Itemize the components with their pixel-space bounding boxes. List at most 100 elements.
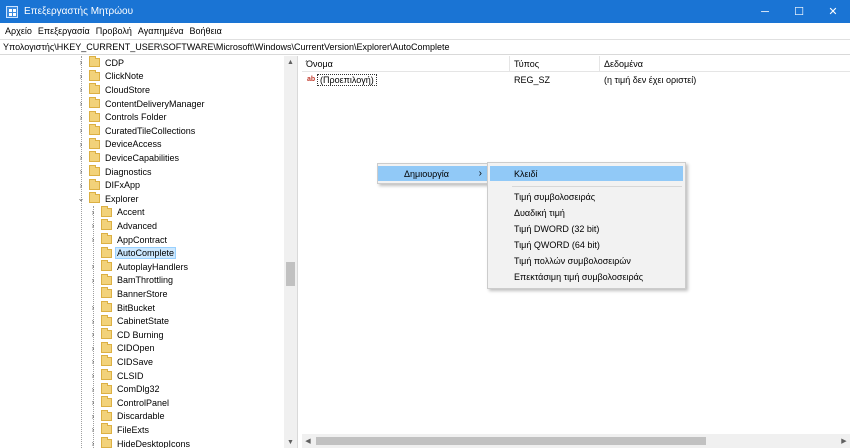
tree-item-advanced[interactable]: › Advanced [88, 219, 158, 233]
menu-edit[interactable]: Επεξεργασία [35, 26, 93, 36]
expand-arrow-icon[interactable]: › [88, 221, 98, 230]
tree-item-cd-burning[interactable]: › CD Burning [88, 328, 165, 342]
maximize-button[interactable]: ☐ [782, 0, 816, 23]
expand-arrow-icon[interactable]: › [76, 153, 86, 162]
tree-item-appcontract[interactable]: › AppContract [88, 233, 168, 247]
tree-item-deviceaccess[interactable]: › DeviceAccess [76, 137, 163, 152]
expand-arrow-icon[interactable]: › [76, 113, 86, 122]
menu-item-binary-value[interactable]: Δυαδική τιμή [488, 205, 685, 220]
registry-editor-app-icon [6, 5, 18, 18]
address-bar[interactable]: Υπολογιστής\HKEY_CURRENT_USER\SOFTWARE\M… [0, 39, 850, 55]
tree-vertical-scrollbar[interactable]: ▲ ▼ [284, 56, 297, 448]
expand-arrow-icon[interactable]: › [88, 425, 98, 434]
tree-item-discardable[interactable]: › Discardable [88, 409, 166, 424]
column-header-name[interactable]: Όνομα [302, 56, 510, 71]
tree-item-autoplayhandlers[interactable]: › AutoplayHandlers [88, 260, 189, 274]
expand-arrow-icon[interactable]: › [88, 208, 98, 217]
expand-arrow-icon[interactable]: › [88, 276, 98, 285]
tree-item-bannerstore[interactable]: BannerStore [88, 287, 169, 301]
tree-item-curatedtilecollections[interactable]: › CuratedTileCollections [76, 124, 196, 138]
column-header-type[interactable]: Τύπος [510, 56, 600, 71]
tree-item-cidopen[interactable]: › CIDOpen [88, 341, 156, 356]
expand-arrow-icon[interactable]: › [76, 181, 86, 190]
expand-arrow-icon[interactable]: › [76, 167, 86, 176]
menu-separator [512, 186, 682, 187]
expand-arrow-icon[interactable]: › [76, 99, 86, 108]
value-type: REG_SZ [514, 75, 551, 85]
expand-arrow-icon[interactable]: › [88, 330, 98, 339]
expand-arrow-icon[interactable]: › [88, 398, 98, 407]
menu-item-new[interactable]: Δημιουργία › [378, 166, 487, 181]
menu-item-string-value[interactable]: Τιμή συμβολοσειράς [488, 189, 685, 204]
expand-arrow-icon[interactable]: › [88, 439, 98, 448]
tree-item-label: CDP [105, 57, 125, 68]
tree-scroll-thumb[interactable] [286, 262, 295, 286]
scroll-down-arrow-icon[interactable]: ▼ [284, 436, 297, 448]
expand-arrow-icon[interactable]: › [76, 72, 86, 81]
menu-item-key[interactable]: Κλειδί [490, 166, 683, 181]
tree-item-label: AutoplayHandlers [117, 261, 189, 272]
expand-arrow-icon[interactable]: › [88, 371, 98, 380]
tree-item-comdlg32[interactable]: › ComDlg32 [88, 382, 161, 396]
tree-item-diagnostics[interactable]: › Diagnostics [76, 165, 153, 179]
expand-arrow-icon[interactable]: › [76, 140, 86, 149]
menu-help[interactable]: Βοήθεια [187, 26, 225, 36]
tree-item-hidedesktopicons[interactable]: › HideDesktopIcons [88, 437, 191, 448]
menu-item-dword-value[interactable]: Τιμή DWORD (32 bit) [488, 221, 685, 236]
tree-item-difxapp[interactable]: › DIFxApp [76, 178, 141, 192]
column-header-data[interactable]: Δεδομένα [600, 56, 850, 71]
folder-icon [89, 192, 100, 204]
tree-item-cloudstore[interactable]: › CloudStore [76, 83, 151, 97]
expand-arrow-icon[interactable]: › [88, 235, 98, 244]
folder-icon [89, 137, 100, 149]
tree-item-cidsave[interactable]: › CIDSave [88, 355, 154, 369]
tree-item-cdp[interactable]: › CDP [76, 56, 125, 70]
menu-file[interactable]: Αρχείο [2, 26, 35, 36]
menu-item-qword-value[interactable]: Τιμή QWORD (64 bit) [488, 237, 685, 252]
folder-icon [101, 205, 112, 217]
expand-arrow-icon[interactable]: › [88, 357, 98, 366]
tree-item-label: AppContract [117, 234, 168, 245]
menu-view[interactable]: Προβολή [93, 26, 135, 36]
tree-item-clsid[interactable]: › CLSID [88, 369, 145, 383]
window-title: Επεξεργαστής Μητρώου [24, 6, 134, 17]
value-row-default[interactable]: ab (Προεπιλογή) REG_SZ (η τιμή δεν έχει … [302, 73, 850, 87]
expand-arrow-icon[interactable]: › [88, 317, 98, 326]
tree-item-label: CloudStore [105, 84, 151, 95]
expand-arrow-icon[interactable]: › [88, 385, 98, 394]
tree-item-label: ControlPanel [117, 397, 170, 408]
tree-item-accent[interactable]: › Accent [88, 205, 146, 220]
tree-item-explorer[interactable]: ⌄ Explorer [76, 192, 140, 206]
expand-arrow-icon[interactable]: › [76, 58, 86, 67]
scroll-up-arrow-icon[interactable]: ▲ [284, 56, 297, 68]
expand-arrow-icon[interactable]: › [88, 303, 98, 312]
expand-arrow-icon[interactable]: › [88, 412, 98, 421]
folder-icon [101, 246, 112, 258]
tree-item-bitbucket[interactable]: › BitBucket [88, 301, 156, 315]
expand-arrow-icon[interactable]: › [76, 85, 86, 94]
list-horizontal-scrollbar[interactable]: ◀ ▶ [302, 434, 850, 448]
menu-item-expandable-string-value[interactable]: Επεκτάσιμη τιμή συμβολοσειράς [488, 269, 685, 284]
folder-icon [101, 369, 112, 381]
menu-item-multi-string-value[interactable]: Τιμή πολλών συμβολοσειρών [488, 253, 685, 268]
menu-favorites[interactable]: Αγαπημένα [135, 26, 187, 36]
tree-item-contentdeliverymanager[interactable]: › ContentDeliveryManager [76, 97, 206, 111]
tree-item-fileexts[interactable]: › FileExts [88, 423, 150, 437]
scroll-left-arrow-icon[interactable]: ◀ [302, 434, 314, 448]
tree-item-autocomplete[interactable]: AutoComplete [88, 246, 177, 260]
tree-item-bamthrottling[interactable]: › BamThrottling [88, 273, 174, 288]
tree-item-controlpanel[interactable]: › ControlPanel [88, 396, 170, 410]
scroll-right-arrow-icon[interactable]: ▶ [838, 434, 850, 448]
menu-item-dword-value-label: Τιμή DWORD (32 bit) [514, 223, 600, 234]
tree-item-clicknote[interactable]: › ClickNote [76, 69, 145, 84]
tree-item-controls-folder[interactable]: › Controls Folder [76, 110, 168, 124]
close-button[interactable]: ✕ [816, 0, 850, 23]
minimize-button[interactable]: ─ [748, 0, 782, 23]
collapse-arrow-icon[interactable]: ⌄ [76, 194, 86, 203]
tree-item-devicecapabilities[interactable]: › DeviceCapabilities [76, 151, 180, 165]
expand-arrow-icon[interactable]: › [76, 126, 86, 135]
list-scroll-thumb[interactable] [316, 437, 706, 445]
tree-item-cabinetstate[interactable]: › CabinetState [88, 314, 170, 328]
expand-arrow-icon[interactable]: › [88, 262, 98, 271]
expand-arrow-icon[interactable]: › [88, 344, 98, 353]
